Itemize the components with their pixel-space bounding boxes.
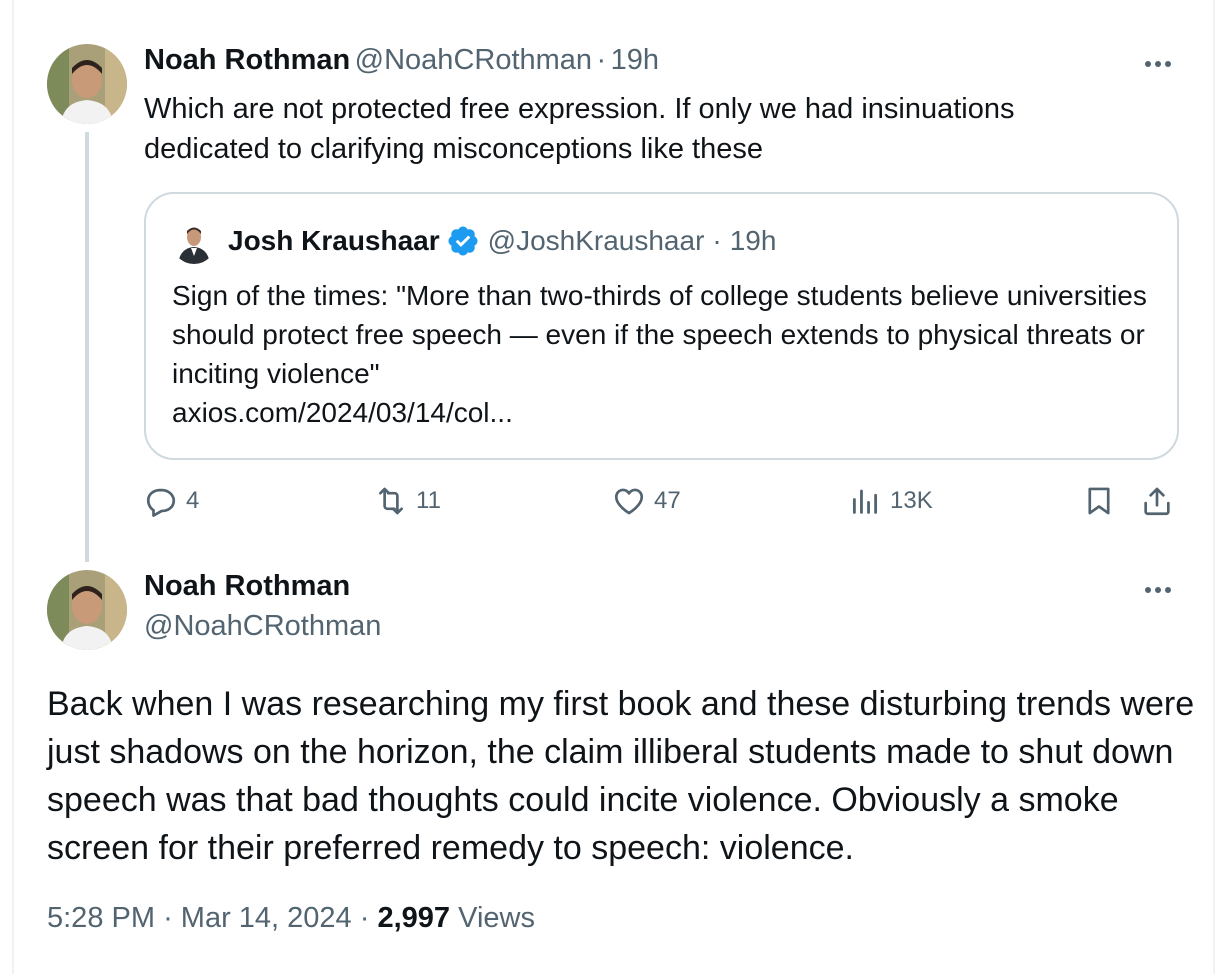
share-button[interactable] <box>1140 484 1174 518</box>
more-icon[interactable] <box>1145 61 1171 67</box>
avatar[interactable] <box>47 570 127 650</box>
post-meta: 5:28 PM · Mar 14, 2024 · 2,997 Views <box>47 902 535 935</box>
share-icon <box>1144 487 1170 516</box>
quote-body: Sign of the times: "More than two-thirds… <box>172 276 1167 432</box>
repost-button[interactable]: 11 <box>374 484 441 518</box>
quoted-post[interactable]: Josh Kraushaar @JoshKraushaar · 19h Sign… <box>144 192 1179 460</box>
views-button[interactable]: 13K <box>848 484 933 518</box>
quote-text: Sign of the times: "More than two-thirds… <box>172 280 1147 389</box>
quote-link[interactable]: axios.com/2024/03/14/col... <box>172 393 1167 432</box>
quote-author-handle: @JoshKraushaar <box>487 225 705 256</box>
separator: · <box>163 902 173 934</box>
avatar[interactable] <box>47 44 127 124</box>
like-icon <box>614 488 644 515</box>
views-count: 13K <box>890 487 933 514</box>
reply-button[interactable]: 4 <box>144 484 199 518</box>
quote-avatar <box>172 220 216 264</box>
separator: · <box>596 44 607 76</box>
post-time[interactable]: 19h <box>611 44 659 76</box>
separator: · <box>712 225 722 256</box>
author-name[interactable]: Noah Rothman <box>144 44 350 76</box>
quote-header: Josh Kraushaar @JoshKraushaar · 19h <box>228 224 776 258</box>
views-icon <box>852 489 878 514</box>
post-header: Noah Rothman @NoahCRothman · 19h <box>144 44 659 77</box>
author-handle[interactable]: @NoahCRothman <box>355 44 592 76</box>
action-bar: 4 11 47 13K <box>144 484 1184 528</box>
repost-icon <box>379 487 403 515</box>
views-count: 2,997 <box>377 902 451 934</box>
thread-line <box>85 132 89 562</box>
post-time[interactable]: 5:28 PM <box>47 902 155 934</box>
separator: · <box>359 902 370 934</box>
reply-icon <box>146 488 176 517</box>
timeline-border-left <box>12 0 14 974</box>
bookmark-icon <box>1088 487 1110 515</box>
author-name[interactable]: Noah Rothman <box>144 570 350 603</box>
post-text: Which are not protected free expression.… <box>144 93 1015 165</box>
views-label: Views <box>458 902 535 934</box>
timeline-border-right <box>1213 0 1215 974</box>
author-handle[interactable]: @NoahCRothman <box>144 610 381 643</box>
bookmark-button[interactable] <box>1082 484 1116 518</box>
quote-time: 19h <box>729 225 777 256</box>
verified-badge-icon <box>448 226 478 256</box>
repost-count: 11 <box>416 487 441 514</box>
post-date[interactable]: Mar 14, 2024 <box>181 902 352 934</box>
like-button[interactable]: 47 <box>612 484 681 518</box>
reply-count: 4 <box>186 487 200 514</box>
post-text: Back when I was researching my first boo… <box>47 685 1195 867</box>
like-count: 47 <box>654 487 681 514</box>
quote-author-name: Josh Kraushaar <box>228 225 440 256</box>
more-icon[interactable] <box>1145 587 1171 593</box>
